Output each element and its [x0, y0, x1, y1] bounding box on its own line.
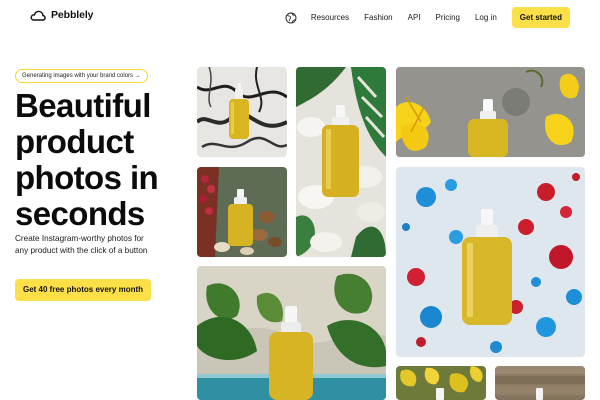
nav-login[interactable]: Log in — [475, 13, 497, 22]
gallery-image-paint-splash — [396, 167, 585, 357]
brand-logo[interactable]: Pebblely — [30, 9, 93, 21]
brand-colors-badge[interactable]: Generating images with your brand colors… — [15, 69, 148, 83]
gallery-image-stones — [296, 67, 386, 257]
nav-api[interactable]: API — [408, 13, 421, 22]
site-header: Pebblely Resources Fashion API Pricing L… — [0, 0, 600, 34]
gallery-image-yellow-flowers — [396, 67, 585, 157]
gallery-image-berries — [197, 167, 287, 257]
brand-name: Pebblely — [51, 9, 94, 21]
nav-fashion[interactable]: Fashion — [364, 13, 392, 22]
cloud-logo-icon — [30, 10, 46, 21]
gallery-image-marble — [197, 67, 287, 157]
hero-title: Beautiful product photos in seconds — [15, 87, 159, 232]
hero-subtitle: Create Instagram-worthy photos for any p… — [15, 234, 148, 255]
top-nav: Resources Fashion API Pricing Log in Get… — [285, 7, 570, 28]
globe-icon[interactable] — [285, 12, 297, 24]
gallery-image-tropical — [197, 266, 386, 400]
get-started-button[interactable]: Get started — [511, 7, 570, 28]
free-photos-button[interactable]: Get 40 free photos every month — [15, 279, 152, 301]
nav-pricing[interactable]: Pricing — [436, 13, 460, 22]
nav-resources[interactable]: Resources — [311, 13, 349, 22]
gallery-image-wood — [495, 366, 585, 400]
gallery-image-yellow-leaves — [396, 366, 486, 400]
